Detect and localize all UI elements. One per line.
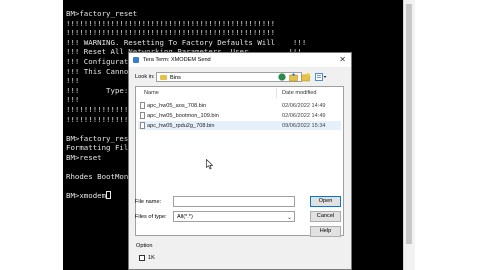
terminal-line: BM>factory_reset bbox=[66, 9, 138, 18]
file-name: apc_hw05_aos_708.bin bbox=[147, 102, 207, 109]
file-row-selected[interactable]: apc_hw05_rpdu2g_708.bin 09/06/2022 15:34 bbox=[138, 121, 341, 130]
terminal-scrollbar[interactable] bbox=[403, 0, 415, 270]
files-of-type-select[interactable]: All(*.*) ⌄ bbox=[173, 211, 295, 222]
scrollbar-thumb[interactable] bbox=[406, 4, 412, 244]
look-in-value: Bins bbox=[170, 74, 181, 81]
dialog-titlebar: Tera Term: XMODEM Send ✕ bbox=[129, 53, 351, 67]
terminal-line: !!!!!!!!!!!!!!!!!!!!!!!!!!!!!!!!!!!!!!!!… bbox=[66, 18, 276, 28]
file-name-label: File name: bbox=[135, 199, 162, 205]
file-name: apc_hw05_bootmon_109.bin bbox=[147, 112, 219, 119]
one-k-label[interactable]: 1K bbox=[148, 255, 155, 261]
open-button[interactable]: Open bbox=[310, 196, 341, 207]
column-divider[interactable] bbox=[276, 88, 277, 98]
option-group-label: Option bbox=[136, 243, 153, 249]
view-menu-icon[interactable] bbox=[315, 72, 327, 82]
cancel-button[interactable]: Cancel bbox=[310, 211, 341, 222]
back-icon[interactable] bbox=[278, 72, 286, 82]
file-row[interactable]: apc_hw05_bootmon_109.bin 02/06/2022 14:4… bbox=[138, 111, 341, 120]
terminal-line: !!! WARNING. Resetting To Factory Defaul… bbox=[66, 37, 307, 47]
dialog-title: Tera Term: XMODEM Send bbox=[143, 57, 211, 63]
look-in-label: Look in: bbox=[135, 74, 155, 80]
files-of-type-value: All(*.*) bbox=[177, 213, 193, 220]
up-folder-icon[interactable] bbox=[289, 72, 298, 82]
file-name: apc_hw05_rpdu2g_708.bin bbox=[147, 122, 215, 129]
mouse-pointer-icon bbox=[206, 159, 214, 170]
file-date: 02/06/2022 14:49 bbox=[282, 112, 326, 119]
file-date: 02/06/2022 14:49 bbox=[282, 102, 326, 109]
file-name-input[interactable] bbox=[173, 196, 295, 207]
file-date: 09/06/2022 15:34 bbox=[282, 122, 326, 129]
column-header-date[interactable]: Date modified bbox=[282, 90, 317, 96]
xmodem-send-dialog: Tera Term: XMODEM Send ✕ Look in: Bins ⌄… bbox=[128, 52, 352, 270]
new-folder-icon[interactable] bbox=[301, 72, 310, 82]
one-k-checkbox[interactable] bbox=[139, 255, 145, 261]
terminal-cursor bbox=[106, 191, 112, 200]
teraterm-icon bbox=[133, 57, 139, 63]
terminal-line: !!!!!!!!!!!!!!!!!!!!!!!!!!!!!!!!!!!!!!!!… bbox=[66, 28, 276, 38]
file-icon bbox=[140, 122, 145, 129]
help-button[interactable]: Help bbox=[310, 226, 341, 237]
file-icon bbox=[140, 112, 145, 119]
folder-icon bbox=[160, 75, 167, 80]
column-header-name[interactable]: Name bbox=[144, 90, 159, 96]
close-icon[interactable]: ✕ bbox=[339, 55, 346, 64]
terminal-prompt: BM>xmodem bbox=[66, 191, 107, 201]
chevron-down-icon: ⌄ bbox=[286, 214, 292, 221]
files-of-type-label: Files of type: bbox=[135, 214, 167, 220]
file-icon bbox=[140, 102, 145, 109]
file-row[interactable]: apc_hw05_aos_708.bin 02/06/2022 14:49 bbox=[138, 101, 341, 110]
